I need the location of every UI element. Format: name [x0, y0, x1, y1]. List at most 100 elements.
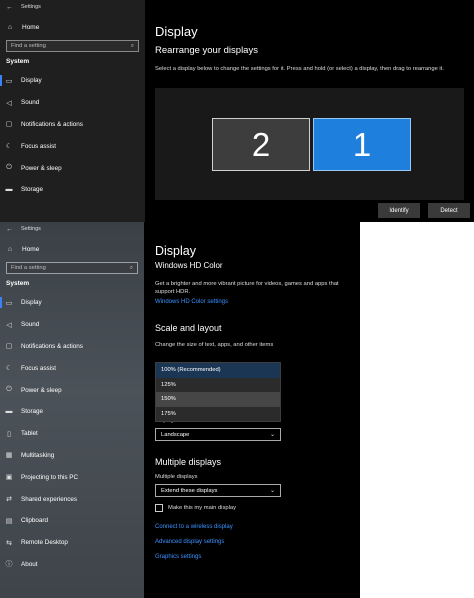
identify-button[interactable]: Identify — [378, 203, 420, 218]
home-icon: ⌂ — [7, 245, 13, 253]
sidebar-item-label: Notifications & actions — [21, 342, 83, 350]
tablet-icon: ▯ — [7, 430, 11, 438]
search-input[interactable]: Find a setting ⌕ — [6, 262, 138, 274]
multitasking-icon: ▦ — [5, 452, 13, 460]
sidebar-item-tablet[interactable]: ▯ Tablet — [0, 423, 144, 445]
back-arrow-icon[interactable]: ← — [6, 226, 13, 233]
detect-button[interactable]: Detect — [428, 203, 470, 218]
sidebar-item-remote-desktop[interactable]: ⇆ Remote Desktop — [0, 532, 144, 554]
sidebar-item-display[interactable]: ▭ Display — [0, 70, 145, 92]
wireless-display-link[interactable]: Connect to a wireless display — [155, 524, 360, 530]
chevron-down-icon: ⌄ — [270, 431, 275, 438]
scale-dropdown-list[interactable]: 100% (Recommended) 125% 150% 175% — [155, 362, 281, 422]
sidebar-item-label: Multitasking — [21, 451, 55, 459]
main-display-checkbox[interactable] — [155, 504, 163, 512]
search-input[interactable]: Find a setting ⌕ — [6, 40, 139, 52]
info-icon: ⓘ — [5, 561, 13, 569]
sidebar-item-multitasking[interactable]: ▦ Multitasking — [0, 445, 144, 467]
projector-icon: ▣ — [5, 474, 13, 482]
sidebar-item-label: About — [21, 560, 38, 568]
sidebar-item-notifications-actions[interactable]: ▢ Notifications & actions — [0, 114, 145, 136]
scale-option[interactable]: 175% — [156, 407, 280, 422]
sidebar-item-label: Display — [21, 77, 42, 85]
nav-home-label: Home — [22, 23, 40, 31]
scale-heading: Scale and layout — [155, 323, 222, 333]
main-display-row: Make this my main display — [155, 504, 360, 512]
sidebar-item-sound[interactable]: ◁ Sound — [0, 314, 144, 336]
title-bar: ← Settings — [0, 0, 145, 14]
multi-display-select[interactable]: Extend these displays ⌄ — [155, 484, 281, 497]
sidebar-item-label: Power & sleep — [21, 386, 62, 394]
sidebar-item-label: Sound — [21, 99, 40, 107]
sidebar-item-power-sleep[interactable]: ⏻ Power & sleep — [0, 157, 145, 179]
scale-option[interactable]: 100% (Recommended) — [156, 363, 280, 378]
back-arrow-icon[interactable]: ← — [6, 4, 13, 11]
chevron-down-icon: ⌄ — [270, 487, 275, 494]
orientation-select[interactable]: Landscape ⌄ — [155, 428, 281, 441]
storage-icon: ▬ — [5, 186, 13, 194]
speaker-icon: ◁ — [6, 321, 12, 329]
window-title: Settings — [21, 4, 41, 10]
settings-window-bottom: ← Settings ⌂ Home Find a setting ⌕ Syste… — [0, 222, 360, 598]
sidebar-item-focus-assist[interactable]: ☾ Focus assist — [0, 135, 145, 157]
sidebar-item-label: Remote Desktop — [21, 539, 68, 547]
sidebar-item-label: Projecting to this PC — [21, 473, 79, 481]
section-title: System — [6, 58, 30, 65]
sidebar-item-label: Focus assist — [21, 364, 56, 372]
sidebar-item-focus-assist[interactable]: ☾ Focus assist — [0, 357, 144, 379]
sidebar-item-storage[interactable]: ▬ Storage — [0, 179, 145, 201]
search-icon: ⌕ — [130, 42, 134, 49]
remote-icon: ⇆ — [6, 539, 12, 547]
notification-icon: ▢ — [5, 343, 13, 351]
sidebar: ← Settings ⌂ Home Find a setting ⌕ Syste… — [0, 222, 144, 598]
page-title: Display — [155, 244, 196, 258]
settings-window-top: ← Settings ⌂ Home Find a setting ⌕ Syste… — [0, 0, 474, 222]
sidebar-item-label: Shared experiences — [21, 495, 78, 503]
nav-home-label: Home — [22, 245, 40, 253]
multi-display-value: Extend these displays — [161, 487, 218, 494]
scale-option[interactable]: 150% — [156, 392, 280, 407]
sidebar-item-notifications-actions[interactable]: ▢ Notifications & actions — [0, 336, 144, 358]
speaker-icon: ◁ — [6, 99, 12, 107]
graphics-settings-link[interactable]: Graphics settings — [155, 554, 360, 560]
scale-option[interactable]: 125% — [156, 378, 280, 393]
nav-home[interactable]: ⌂ Home — [0, 240, 144, 258]
hdr-description: Get a brighter and more vibrant picture … — [155, 281, 339, 295]
advanced-display-link[interactable]: Advanced display settings — [155, 539, 360, 545]
multi-heading: Multiple displays — [155, 457, 222, 467]
storage-icon: ▬ — [5, 408, 13, 416]
sidebar-item-sound[interactable]: ◁ Sound — [0, 92, 145, 114]
sidebar-item-about[interactable]: ⓘ About — [0, 554, 144, 576]
blank-area — [360, 222, 474, 598]
search-icon: ⌕ — [129, 264, 133, 271]
section-title: System — [6, 280, 30, 287]
monitor-1[interactable]: 1 — [313, 118, 411, 171]
notification-icon: ▢ — [5, 121, 13, 129]
multi-label: Multiple displays — [155, 474, 198, 480]
title-bar: ← Settings — [0, 222, 144, 236]
sidebar-item-storage[interactable]: ▬ Storage — [0, 401, 144, 423]
sidebar-item-display[interactable]: ▭ Display — [0, 292, 144, 314]
sidebar-item-label: Sound — [21, 321, 40, 329]
nav-home[interactable]: ⌂ Home — [0, 18, 145, 36]
hdr-heading: Windows HD Color — [155, 261, 223, 270]
monitor-icon: ▭ — [5, 77, 13, 85]
monitor-2[interactable]: 2 — [212, 118, 310, 171]
sidebar-item-power-sleep[interactable]: ⏻ Power & sleep — [0, 379, 144, 401]
search-placeholder: Find a setting — [11, 43, 46, 49]
display-arrangement-area[interactable]: 2 1 — [155, 88, 464, 200]
hdr-settings-link[interactable]: Windows HD Color settings — [155, 299, 360, 305]
power-icon: ⏻ — [6, 386, 12, 394]
monitor-icon: ▭ — [5, 299, 13, 307]
sidebar-item-clipboard[interactable]: ▤ Clipboard — [0, 510, 144, 532]
sidebar-item-shared-experiences[interactable]: ⇄ Shared experiences — [0, 488, 144, 510]
power-icon: ⏻ — [6, 164, 12, 172]
orientation-value: Landscape — [161, 431, 190, 438]
moon-icon: ☾ — [5, 143, 13, 151]
window-title: Settings — [21, 226, 41, 232]
page-title: Display — [155, 24, 198, 39]
sidebar-item-projecting-to-this-pc[interactable]: ▣ Projecting to this PC — [0, 466, 144, 488]
search-placeholder: Find a setting — [11, 265, 46, 271]
instructions-text: Select a display below to change the set… — [155, 66, 444, 72]
sidebar-item-label: Clipboard — [21, 517, 48, 525]
